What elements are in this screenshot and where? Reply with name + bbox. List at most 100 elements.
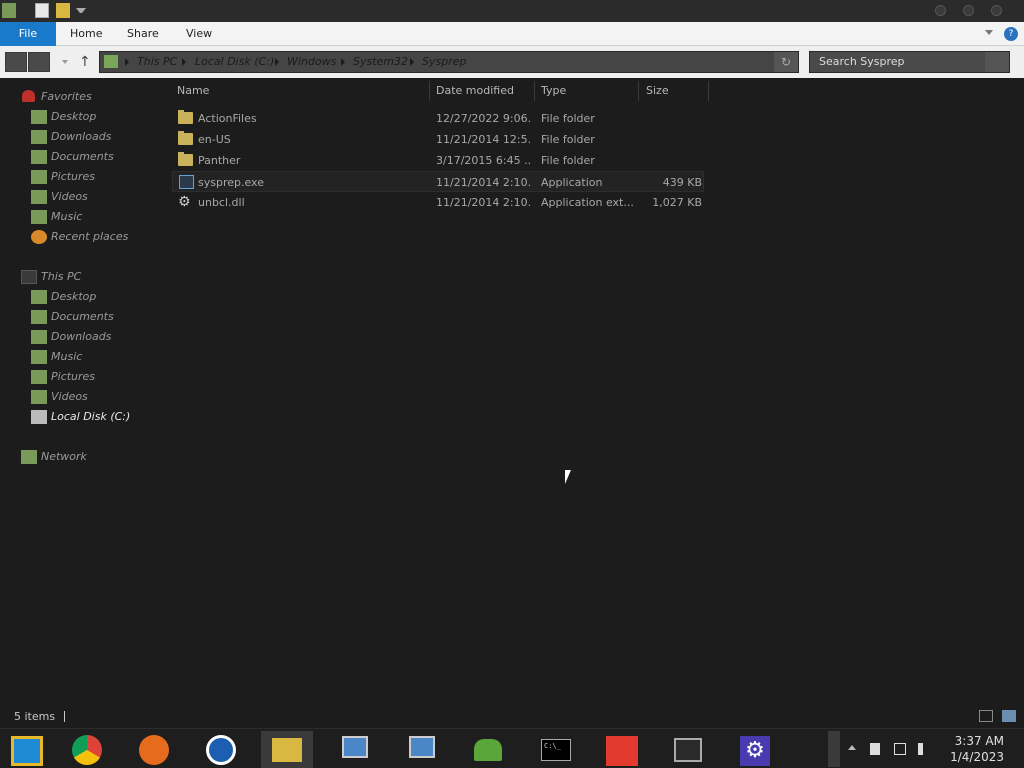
nav-pc-pictures[interactable]: Pictures (51, 368, 95, 386)
nav-fav-downloads[interactable]: Downloads (51, 128, 111, 146)
nav-pc-documents[interactable]: Documents (51, 308, 114, 326)
nav-fav-recent-places[interactable]: Recent places (51, 228, 128, 246)
flag-icon[interactable] (870, 743, 880, 755)
search-placeholder: Search Sysprep (819, 55, 905, 68)
nav-favorites[interactable]: Favorites (41, 88, 92, 106)
breadcrumb-separator[interactable] (275, 58, 279, 66)
ie-icon[interactable] (195, 731, 247, 768)
breadcrumb-separator[interactable] (125, 58, 129, 66)
nav-pc-videos[interactable]: Videos (51, 388, 88, 406)
search-icon[interactable] (985, 52, 1009, 72)
column-divider[interactable] (638, 81, 639, 101)
archive-icon[interactable] (662, 731, 714, 768)
breadcrumb-separator[interactable] (182, 58, 186, 66)
address-bar[interactable]: This PC Local Disk (C:) Windows System32… (99, 51, 799, 73)
nav-pc-desktop[interactable]: Desktop (51, 288, 96, 306)
column-header-date-modified[interactable]: Date modified (436, 83, 514, 99)
details-view-icon[interactable] (979, 710, 993, 722)
network-tray-icon[interactable] (894, 743, 906, 755)
up-arrow-icon[interactable]: ↑ (79, 55, 91, 69)
heart-icon (22, 90, 35, 102)
column-divider[interactable] (708, 81, 709, 101)
tab-share[interactable]: Share (127, 22, 159, 46)
properties-icon[interactable] (35, 3, 49, 18)
taskbar-scroll[interactable] (828, 731, 840, 767)
file-type: File folder (541, 112, 595, 125)
explorer-icon[interactable] (2, 3, 16, 18)
music-icon (31, 210, 47, 224)
status-divider (64, 711, 65, 722)
breadcrumb-local-disk[interactable]: Local Disk (C:) (195, 52, 274, 72)
help-icon[interactable]: ? (1004, 27, 1018, 41)
nav-fav-pictures[interactable]: Pictures (51, 168, 95, 186)
refresh-icon[interactable]: ↻ (774, 52, 798, 72)
file-name: Panther (198, 154, 241, 167)
computer-icon[interactable] (395, 731, 447, 768)
chrome-icon[interactable] (61, 731, 113, 768)
breadcrumb-system32[interactable]: System32 (353, 52, 408, 72)
file-size (642, 129, 702, 150)
maximize-button[interactable] (963, 5, 974, 16)
nav-fav-music[interactable]: Music (51, 208, 82, 226)
file-row[interactable]: Panther 3/17/2015 6:45 ... File folder (172, 150, 704, 171)
file-row[interactable]: ActionFiles 12/27/2022 9:06... File fold… (172, 108, 704, 129)
videos-icon (31, 190, 47, 204)
file-type: File folder (541, 133, 595, 146)
nav-fav-videos[interactable]: Videos (51, 188, 88, 206)
anydesk-icon[interactable] (596, 731, 648, 768)
file-size: 439 KB (662, 176, 702, 189)
nav-fav-documents[interactable]: Documents (51, 148, 114, 166)
nav-this-pc[interactable]: This PC (41, 268, 81, 286)
file-row[interactable]: ⚙ unbcl.dll 11/21/2014 2:10... Applicati… (172, 192, 704, 213)
column-divider[interactable] (534, 81, 535, 101)
recent-locations-icon[interactable] (62, 60, 68, 64)
tab-view[interactable]: View (186, 22, 212, 46)
breadcrumb-separator[interactable] (410, 58, 414, 66)
breadcrumb-windows[interactable]: Windows (287, 52, 336, 72)
nav-pc-music[interactable]: Music (51, 348, 82, 366)
file-date: 11/21/2014 2:10... (436, 196, 531, 209)
nav-network[interactable]: Network (41, 448, 87, 466)
breadcrumb-sysprep[interactable]: Sysprep (422, 52, 466, 72)
file-row[interactable]: en-US 11/21/2014 12:5... File folder (172, 129, 704, 150)
settings-icon[interactable]: ⚙ (729, 731, 781, 768)
file-date: 3/17/2015 6:45 ... (436, 154, 531, 167)
file-row[interactable]: sysprep.exe 11/21/2014 2:10... Applicati… (172, 171, 704, 192)
documents-icon (31, 310, 47, 324)
file-explorer-icon[interactable] (261, 731, 313, 768)
pictures-icon (31, 370, 47, 384)
new-folder-icon[interactable] (56, 3, 70, 18)
clock-date: 1/4/2023 (950, 750, 1004, 764)
chevron-down-icon[interactable] (76, 8, 86, 13)
expand-ribbon-icon[interactable] (985, 30, 993, 35)
tab-file[interactable]: File (0, 22, 56, 46)
file-date: 11/21/2014 2:10... (436, 176, 531, 189)
search-input[interactable]: Search Sysprep (809, 51, 1010, 73)
computer-icon (21, 270, 37, 284)
cmd-icon[interactable]: C:\_ (529, 731, 581, 768)
close-button[interactable] (991, 5, 1002, 16)
nav-pc-downloads[interactable]: Downloads (51, 328, 111, 346)
exe-icon (179, 175, 194, 189)
nav-pc-local-disk[interactable]: Local Disk (C:) (51, 408, 130, 426)
start-icon[interactable] (1, 731, 53, 768)
column-header-name[interactable]: Name (177, 83, 209, 99)
forward-button[interactable] (28, 52, 50, 72)
tab-home[interactable]: Home (70, 22, 102, 46)
column-header-type[interactable]: Type (541, 83, 566, 99)
minimize-button[interactable] (935, 5, 946, 16)
large-icons-view-icon[interactable] (1002, 710, 1016, 722)
show-hidden-icons-icon[interactable] (848, 745, 856, 750)
nav-fav-desktop[interactable]: Desktop (51, 108, 96, 126)
clock[interactable]: 3:37 AM 1/4/2023 (950, 733, 1004, 765)
address-row: ↑ This PC Local Disk (C:) Windows System… (0, 46, 1024, 78)
breadcrumb-this-pc[interactable]: This PC (137, 52, 177, 72)
back-button[interactable] (5, 52, 27, 72)
volume-icon[interactable] (918, 743, 930, 755)
people-icon[interactable] (462, 731, 514, 768)
firefox-icon[interactable] (128, 731, 180, 768)
breadcrumb-separator[interactable] (341, 58, 345, 66)
computer-icon[interactable] (328, 731, 380, 768)
column-divider[interactable] (429, 81, 430, 101)
column-header-size[interactable]: Size (646, 83, 669, 99)
